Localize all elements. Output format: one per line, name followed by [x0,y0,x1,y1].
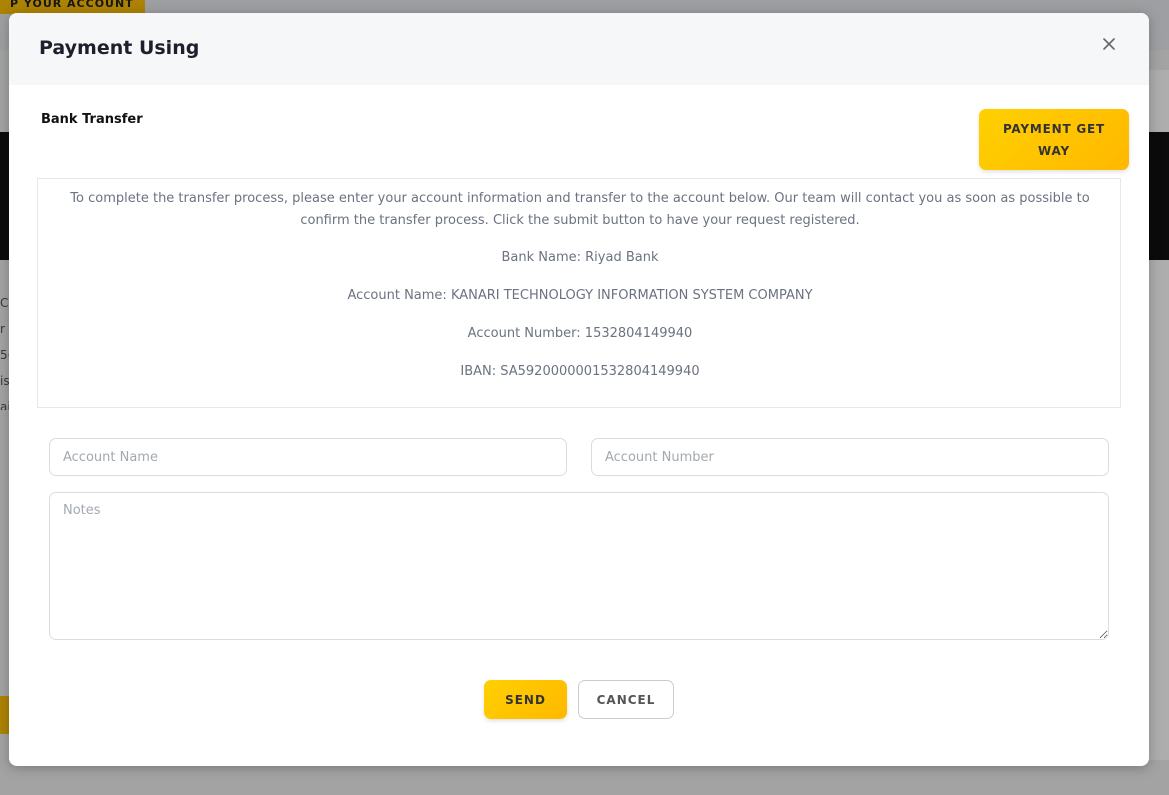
bank-info-box: To complete the transfer process, please… [37,178,1121,408]
close-button[interactable] [1098,33,1120,55]
payment-gateway-button[interactable]: PAYMENT GET WAY [979,109,1129,170]
notes-textarea[interactable] [49,492,1109,640]
info-account-name: Account Name: KANARI TECHNOLOGY INFORMAT… [347,288,813,303]
info-account-number: Account Number: 1532804149940 [467,326,693,341]
info-bank-name: Bank Name: Riyad Bank [501,250,659,265]
account-name-input[interactable] [49,438,567,476]
send-button[interactable]: SEND [484,680,567,719]
info-iban: IBAN: SA5920000001532804149940 [460,364,700,379]
modal-header: Payment Using [9,13,1149,85]
close-icon [1103,38,1115,50]
payment-modal: Payment Using Bank Transfer PAYMENT GET … [9,13,1149,766]
modal-title: Payment Using [39,37,200,59]
account-number-input[interactable] [591,438,1109,476]
section-label-bank-transfer: Bank Transfer [41,112,143,127]
cancel-button[interactable]: CANCEL [578,680,674,719]
info-intro-text: To complete the transfer process, please… [70,191,1090,228]
